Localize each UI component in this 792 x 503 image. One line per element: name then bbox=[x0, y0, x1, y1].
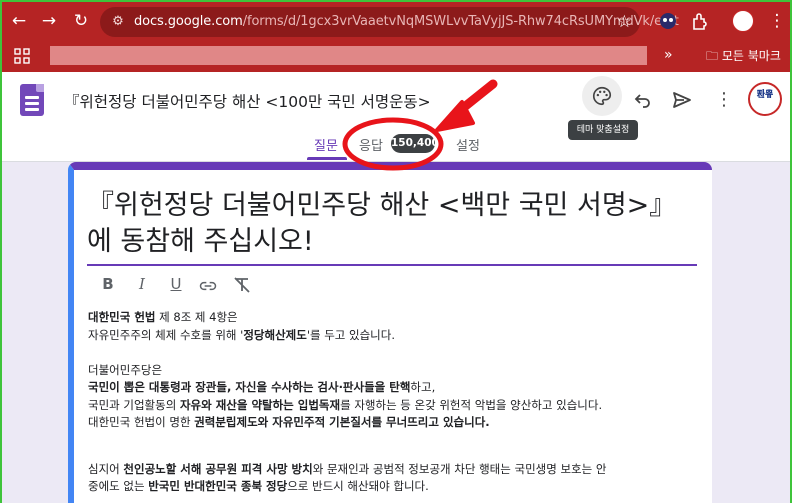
desc-line: 대한민국 헌법 제 8조 제 4항은 bbox=[88, 310, 238, 324]
forms-header: 『위헌정당 더불어민주당 해산 <100만 국민 서명운동> 테마 맞춤설정 ⋮… bbox=[0, 72, 792, 162]
bookmark-star-icon[interactable]: ☆ bbox=[617, 12, 632, 32]
form-title-card[interactable]: 『위헌정당 더불어민주당 해산 <백만 국민 서명>』 에 동참해 주십시오! … bbox=[68, 162, 712, 503]
desc-line: 국민이 뽑은 대통령과 장관들, 자신을 수사하는 검사·판사들을 탄핵하고, bbox=[88, 380, 436, 394]
desc-line: 국민과 기업활동의 자유와 재산을 약탈하는 입법독재를 자행하는 등 온갖 위… bbox=[88, 397, 603, 412]
form-title[interactable]: 『위헌정당 더불어민주당 해산 <백만 국민 서명>』 에 동참해 주십시오! bbox=[87, 188, 687, 260]
site-info-icon[interactable]: ⚙ bbox=[109, 13, 127, 31]
desc-line: 중에도 없는 반국민 반대한민국 종북 정당으로 반드시 해산돼야 합니다. bbox=[88, 479, 429, 493]
form-title-line2: 에 동참해 주십시오! bbox=[87, 226, 314, 257]
form-title-line1: 『위헌정당 더불어민주당 해산 <백만 국민 서명>』 bbox=[87, 190, 677, 221]
bookmarks-bar: » 🗀 모든 북마크 bbox=[0, 42, 792, 72]
redacted-bookmarks bbox=[50, 46, 647, 65]
reload-icon[interactable]: ↻ bbox=[70, 10, 92, 32]
desc-line: 심지어 천인공노할 서해 공무원 피격 사망 방치와 문재인과 공범적 정보공개… bbox=[88, 461, 607, 476]
apps-grid-icon[interactable] bbox=[14, 48, 30, 64]
more-bookmarks-chevron-icon[interactable]: » bbox=[664, 47, 673, 63]
tab-questions[interactable]: 질문 bbox=[314, 135, 338, 154]
form-canvas: 『위헌정당 더불어민주당 해산 <백만 국민 서명>』 에 동참해 주십시오! … bbox=[0, 162, 792, 503]
account-avatar[interactable]: 자유 민주 bbox=[748, 82, 782, 116]
profile-avatar-icon[interactable] bbox=[732, 10, 754, 32]
google-forms-logo-icon[interactable] bbox=[20, 84, 44, 116]
folder-label: 모든 북마크 bbox=[721, 49, 781, 63]
browser-toolbar: ← → ↻ ⚙ docs.google.com/forms/d/1gcx3vrV… bbox=[0, 0, 792, 42]
tab-responses[interactable]: 응답 bbox=[359, 135, 383, 154]
url-text: docs.google.com/forms/d/1gcx3vrVaaetvNqM… bbox=[134, 14, 679, 29]
title-focus-underline bbox=[87, 264, 697, 266]
clear-formatting-icon[interactable] bbox=[232, 275, 252, 295]
italic-icon[interactable]: I bbox=[132, 274, 152, 294]
undo-icon[interactable] bbox=[631, 88, 655, 112]
back-icon[interactable]: ← bbox=[8, 10, 30, 32]
tab-settings[interactable]: 설정 bbox=[456, 135, 480, 154]
desc-line: 대한민국 헌법이 명한 권력분립제도와 자유민주적 기본질서를 무너뜨리고 있습… bbox=[88, 415, 490, 429]
all-bookmarks-folder[interactable]: 🗀 모든 북마크 bbox=[706, 47, 781, 68]
folder-icon: 🗀 bbox=[706, 49, 719, 63]
response-count-badge: 150,400 bbox=[391, 134, 439, 153]
palette-icon bbox=[593, 86, 612, 106]
more-options-icon[interactable]: ⋮ bbox=[712, 88, 736, 112]
active-tab-indicator bbox=[307, 157, 347, 160]
desc-line: 더불어민주당은 bbox=[88, 362, 163, 377]
document-title[interactable]: 『위헌정당 더불어민주당 해산 <100만 국민 서명운동> bbox=[64, 90, 431, 112]
extension-ghost-icon[interactable] bbox=[658, 11, 678, 31]
link-icon[interactable] bbox=[198, 276, 218, 296]
underline-icon[interactable]: U bbox=[166, 274, 186, 294]
menu-kebab-icon[interactable]: ⋮ bbox=[766, 10, 788, 32]
bold-icon[interactable]: B bbox=[98, 274, 118, 294]
customize-theme-button[interactable] bbox=[582, 76, 622, 116]
address-bar[interactable]: ⚙ docs.google.com/forms/d/1gcx3vrVaaetvN… bbox=[100, 7, 679, 37]
desc-line: 자유민주주의 체제 수호를 위해 '정당해산제도'를 두고 있습니다. bbox=[88, 327, 395, 342]
send-icon[interactable] bbox=[670, 88, 694, 112]
theme-tooltip: 테마 맞춤설정 bbox=[568, 120, 638, 140]
forward-icon[interactable]: → bbox=[38, 10, 60, 32]
form-description[interactable]: 대한민국 헌법 제 8조 제 4항은 자유민주주의 체제 수호를 위해 '정당해… bbox=[88, 309, 708, 496]
extensions-puzzle-icon[interactable] bbox=[690, 11, 710, 31]
